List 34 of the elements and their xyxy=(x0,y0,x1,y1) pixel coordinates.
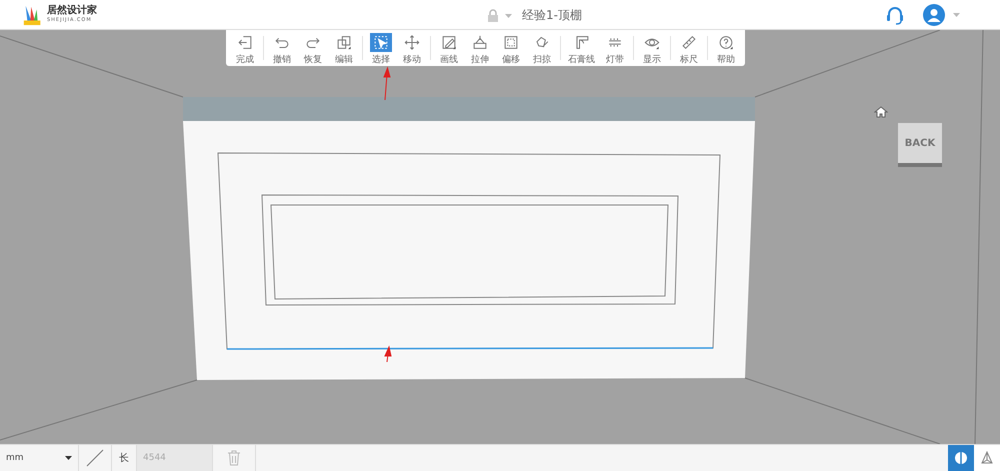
caret-icon[interactable] xyxy=(505,14,512,18)
document-title: 经验1-顶棚 xyxy=(522,7,582,24)
tool-button[interactable]: 编辑 xyxy=(329,30,359,66)
brand-name: 居然设计家 xyxy=(47,6,97,16)
headset-icon[interactable] xyxy=(885,4,905,24)
tool-button[interactable]: 撤销 xyxy=(267,30,297,66)
tool-button[interactable]: 画线 xyxy=(434,30,464,66)
tool-button[interactable]: 扫掠 xyxy=(527,30,557,66)
wireframe-view-button[interactable] xyxy=(974,445,1000,471)
tool-button[interactable]: 完成 xyxy=(230,30,260,66)
caret-icon[interactable] xyxy=(953,12,960,16)
tool-button[interactable]: 显示 xyxy=(637,30,667,66)
tool-button[interactable]: 标尺 xyxy=(674,30,704,66)
tool-button[interactable]: 石膏线 xyxy=(564,30,599,66)
tool-button[interactable]: 偏移 xyxy=(496,30,526,66)
tool-button[interactable]: 帮助 xyxy=(711,30,741,66)
solid-view-icon xyxy=(954,451,968,465)
solid-view-button[interactable] xyxy=(948,445,974,471)
wireframe-view-icon xyxy=(980,451,994,465)
select-icon xyxy=(370,32,392,52)
unit-dropdown[interactable]: mm xyxy=(0,445,79,471)
tool-button[interactable]: 灯带 xyxy=(600,30,630,66)
tool-button[interactable]: 恢复 xyxy=(298,30,328,66)
line-tool-icon[interactable] xyxy=(86,449,104,467)
user-avatar-icon[interactable] xyxy=(923,4,945,26)
home-icon[interactable] xyxy=(874,106,888,118)
tool-button[interactable]: 拉伸 xyxy=(465,30,495,66)
arrow xyxy=(384,345,392,362)
back-button[interactable]: BACK xyxy=(898,123,942,167)
length-label: 长 xyxy=(119,452,129,465)
caret-icon xyxy=(65,456,72,460)
tool-button[interactable]: 移动 xyxy=(397,30,427,66)
arrow xyxy=(383,66,391,100)
lock-icon[interactable] xyxy=(487,9,499,22)
